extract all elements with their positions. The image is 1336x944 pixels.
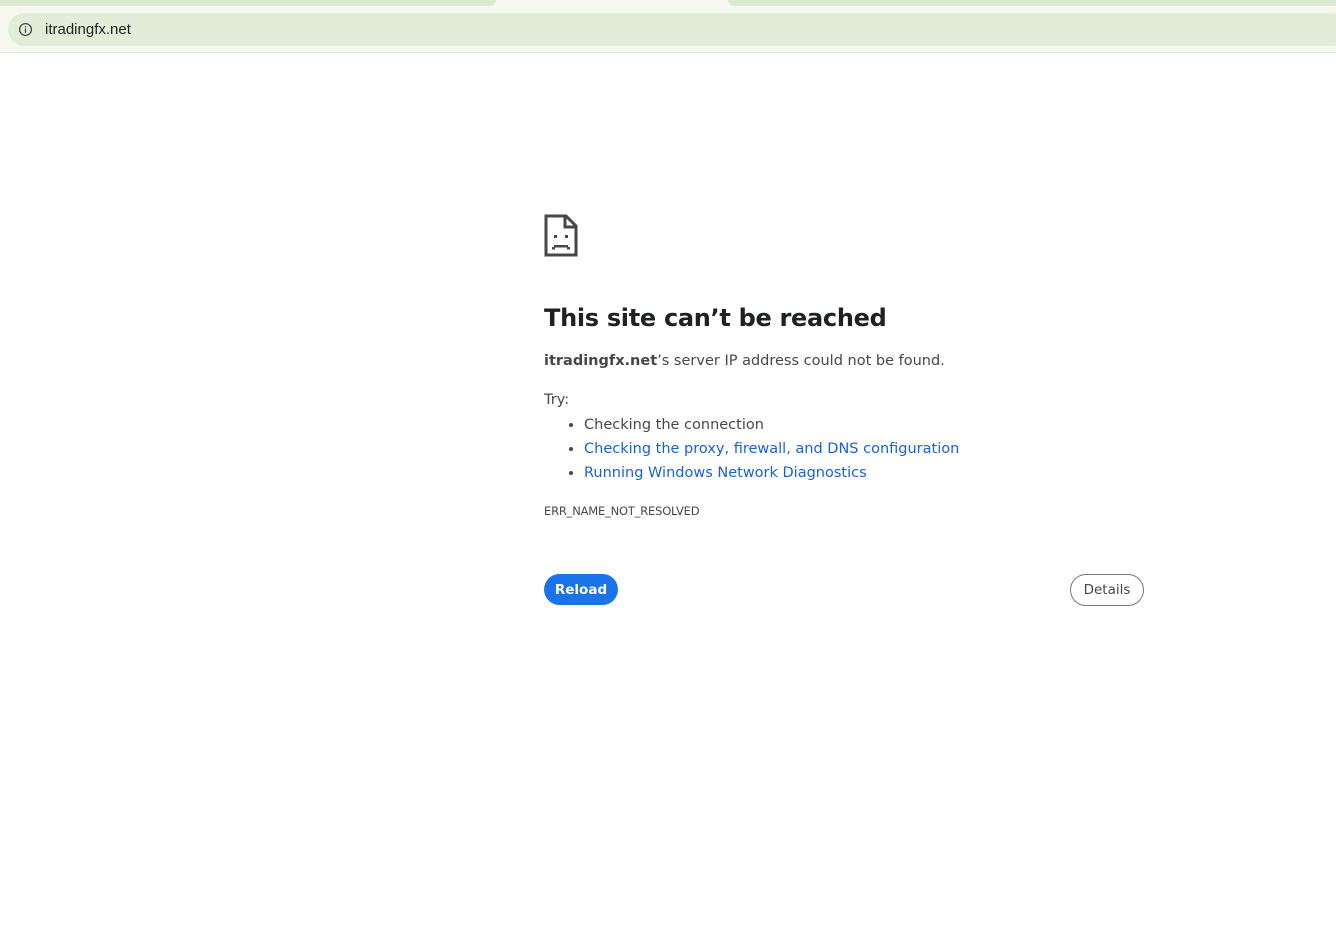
sad-document-icon bbox=[544, 214, 578, 257]
error-description-text: ’s server IP address could not be found. bbox=[657, 353, 945, 369]
inactive-tab-left[interactable] bbox=[0, 0, 496, 6]
list-item: Checking the connection bbox=[584, 414, 959, 438]
page-title: This site can’t be reached bbox=[544, 304, 887, 332]
error-host: itradingfx.net bbox=[544, 353, 658, 369]
suggestion-check-connection: Checking the connection bbox=[584, 417, 764, 433]
info-icon[interactable] bbox=[18, 22, 33, 37]
list-item: Checking the proxy, firewall, and DNS co… bbox=[584, 438, 959, 462]
browser-toolbar: itradingfx.net bbox=[0, 12, 1336, 53]
address-bar[interactable]: itradingfx.net bbox=[8, 13, 1336, 46]
details-button[interactable]: Details bbox=[1070, 574, 1144, 606]
try-label: Try: bbox=[544, 392, 570, 408]
error-code: ERR_NAME_NOT_RESOLVED bbox=[544, 504, 700, 518]
suggestions-list: Checking the connection Checking the pro… bbox=[544, 414, 959, 486]
url-text[interactable]: itradingfx.net bbox=[45, 21, 131, 38]
inactive-tab-right[interactable] bbox=[728, 0, 1336, 6]
reload-button[interactable]: Reload bbox=[544, 574, 618, 605]
suggestion-diagnostics-link[interactable]: Running Windows Network Diagnostics bbox=[584, 465, 867, 481]
list-item: Running Windows Network Diagnostics bbox=[584, 462, 959, 486]
error-description: itradingfx.net’s server IP address could… bbox=[544, 353, 945, 369]
suggestion-proxy-link[interactable]: Checking the proxy, firewall, and DNS co… bbox=[584, 441, 959, 457]
tab-strip bbox=[0, 0, 1336, 12]
